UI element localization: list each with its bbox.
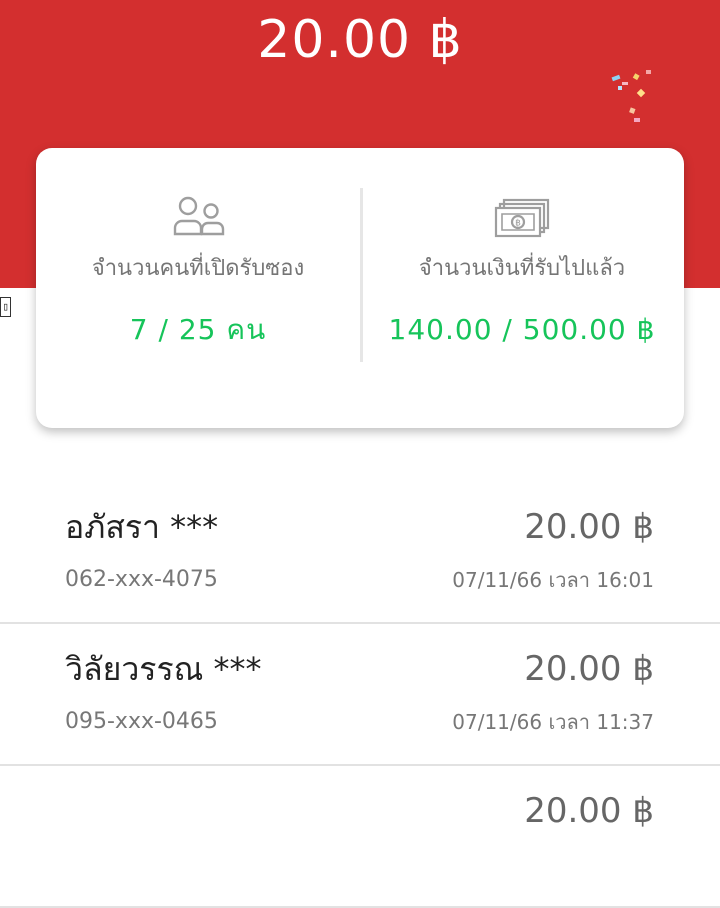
money-value: 140.00 / 500.00 ฿ <box>388 313 656 346</box>
recipient-name: อภัสรา *** <box>65 508 219 546</box>
list-item[interactable]: วิลัยวรรณ *** 20.00 ฿ 095-xxx-0465 07/11… <box>0 624 720 766</box>
money-stat: ฿ จำนวนเงินที่รับไปแล้ว 140.00 / 500.00 … <box>360 148 684 428</box>
recipient-list: อภัสรา *** 20.00 ฿ 062-xxx-4075 07/11/66… <box>0 482 720 908</box>
confetti-icon <box>611 70 651 122</box>
list-item[interactable]: 20.00 ฿ <box>0 766 720 908</box>
edge-glyph: ▯ <box>0 297 11 317</box>
recipient-phone: 062-xxx-4075 <box>65 567 218 592</box>
money-label: จำนวนเงินที่รับไปแล้ว <box>418 256 626 281</box>
recipient-time: 07/11/66 เวลา 16:01 <box>452 568 654 592</box>
recipient-phone: 095-xxx-0465 <box>65 709 218 734</box>
people-label: จำนวนคนที่เปิดรับซอง <box>91 256 305 281</box>
header-amount: 20.00 ฿ <box>257 10 463 70</box>
recipient-amount: 20.00 ฿ <box>524 507 654 547</box>
recipient-amount: 20.00 ฿ <box>524 791 654 831</box>
banknote-icon: ฿ <box>494 198 550 238</box>
people-stat: จำนวนคนที่เปิดรับซอง 7 / 25 คน <box>36 148 360 428</box>
recipient-name: วิลัยวรรณ *** <box>65 650 262 688</box>
svg-text:฿: ฿ <box>515 219 521 229</box>
recipient-time: 07/11/66 เวลา 11:37 <box>452 710 654 734</box>
recipient-amount: 20.00 ฿ <box>524 649 654 689</box>
people-icon <box>173 196 225 236</box>
summary-card: จำนวนคนที่เปิดรับซอง 7 / 25 คน ฿ จำนวนเง… <box>36 148 684 428</box>
list-item[interactable]: อภัสรา *** 20.00 ฿ 062-xxx-4075 07/11/66… <box>0 482 720 624</box>
people-value: 7 / 25 คน <box>129 313 267 346</box>
